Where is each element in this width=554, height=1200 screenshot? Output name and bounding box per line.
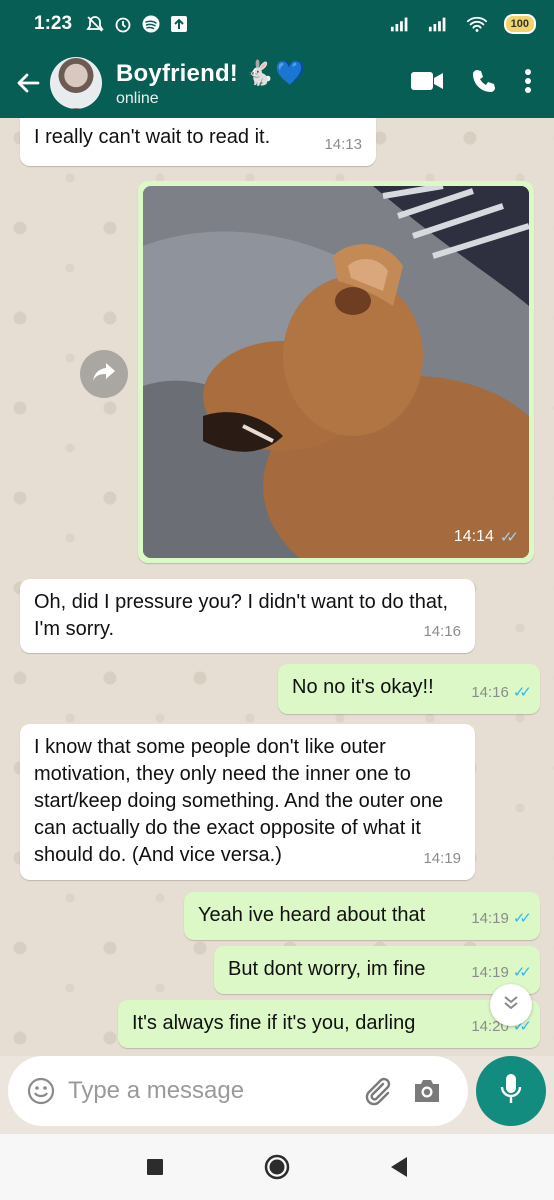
voice-call-icon[interactable] xyxy=(470,67,498,100)
battery-icon: 100 xyxy=(503,14,536,34)
emoji-icon[interactable] xyxy=(24,1074,58,1108)
message-time: 14:16 xyxy=(471,684,509,701)
message-time: 14:19 xyxy=(471,910,509,927)
alarm-icon xyxy=(112,13,134,35)
back-icon[interactable] xyxy=(383,1151,415,1183)
avatar[interactable] xyxy=(50,57,102,109)
contact-status: online xyxy=(116,89,159,107)
signal-icon xyxy=(428,13,450,35)
scroll-to-bottom-button[interactable] xyxy=(490,984,532,1026)
message-time: 14:19 xyxy=(471,964,509,981)
message-meta: 14:14 ✓✓ xyxy=(453,528,519,546)
message-text: Oh, did I pressure you? I didn't want to… xyxy=(34,591,449,640)
home-icon[interactable] xyxy=(261,1151,293,1183)
message-text: Yeah ive heard about that xyxy=(198,904,426,926)
message-image[interactable]: 14:14 ✓✓ xyxy=(138,181,534,563)
message-text: No no it's okay!! xyxy=(292,676,434,698)
message-text: I know that some people don't like outer… xyxy=(34,736,444,866)
message-text: I really can't wait to read it. xyxy=(34,126,271,148)
message-text: It's always fine if it's you, darling xyxy=(132,1012,416,1034)
status-bar: 1:23 100 xyxy=(0,0,554,48)
read-receipt-icon: ✓✓ xyxy=(512,964,532,981)
system-nav-bar xyxy=(0,1134,554,1200)
message-incoming[interactable]: Oh, did I pressure you? I didn't want to… xyxy=(20,579,475,653)
message-meta: 14:16 xyxy=(423,618,461,645)
message-composer xyxy=(8,1056,468,1126)
video-call-icon[interactable] xyxy=(410,70,444,97)
voice-record-button[interactable] xyxy=(476,1056,546,1126)
contact-info[interactable]: Boyfriend! 🐇💙 online xyxy=(116,59,305,108)
message-outgoing[interactable]: But dont worry, im fine 14:19 ✓✓ xyxy=(214,946,540,994)
message-incoming[interactable]: I really can't wait to read it. 14:13 xyxy=(20,118,376,166)
spotify-icon xyxy=(140,13,162,35)
message-text: But dont worry, im fine xyxy=(228,958,426,980)
message-time: 14:16 xyxy=(423,623,461,640)
message-outgoing[interactable]: It's always fine if it's you, darling 14… xyxy=(118,1000,540,1048)
attach-icon[interactable] xyxy=(358,1072,396,1110)
more-options-icon[interactable] xyxy=(524,68,532,99)
contact-name: Boyfriend! 🐇💙 xyxy=(116,59,306,87)
message-time: 14:13 xyxy=(324,136,362,153)
dog-photo[interactable]: 14:14 ✓✓ xyxy=(143,186,529,558)
message-outgoing[interactable]: No no it's okay!! 14:16 ✓✓ xyxy=(278,664,540,714)
message-time: 14:19 xyxy=(423,850,461,867)
message-meta: 14:16 ✓✓ xyxy=(471,679,532,706)
camera-icon[interactable] xyxy=(408,1072,446,1110)
message-outgoing[interactable]: Yeah ive heard about that 14:19 ✓✓ xyxy=(184,892,540,940)
read-receipt-icon: ✓✓ xyxy=(499,529,519,546)
message-input[interactable] xyxy=(68,1077,358,1105)
chevron-down-icon xyxy=(501,994,521,1017)
recent-apps-icon[interactable] xyxy=(139,1151,171,1183)
do-not-disturb-icon xyxy=(84,13,106,35)
chat-header: Boyfriend! 🐇💙 online xyxy=(0,48,554,118)
read-receipt-icon: ✓✓ xyxy=(512,910,532,927)
message-list[interactable]: I really can't wait to read it. 14:13 14… xyxy=(0,118,554,1056)
message-incoming[interactable]: I know that some people don't like outer… xyxy=(20,724,475,880)
message-meta: 14:13 xyxy=(324,131,362,158)
message-time: 14:14 xyxy=(453,528,494,545)
upload-icon xyxy=(168,13,190,35)
signal-icon xyxy=(390,13,412,35)
microphone-icon xyxy=(499,1072,523,1111)
message-meta: 14:19 xyxy=(423,845,461,872)
forward-icon xyxy=(91,361,117,388)
read-receipt-icon: ✓✓ xyxy=(512,684,532,701)
forward-button[interactable] xyxy=(80,350,128,398)
message-meta: 14:19 ✓✓ xyxy=(471,905,532,932)
wifi-icon xyxy=(466,13,488,35)
back-arrow-icon[interactable] xyxy=(8,69,48,97)
status-time: 1:23 xyxy=(34,13,73,34)
message-meta: 14:19 ✓✓ xyxy=(471,959,532,986)
